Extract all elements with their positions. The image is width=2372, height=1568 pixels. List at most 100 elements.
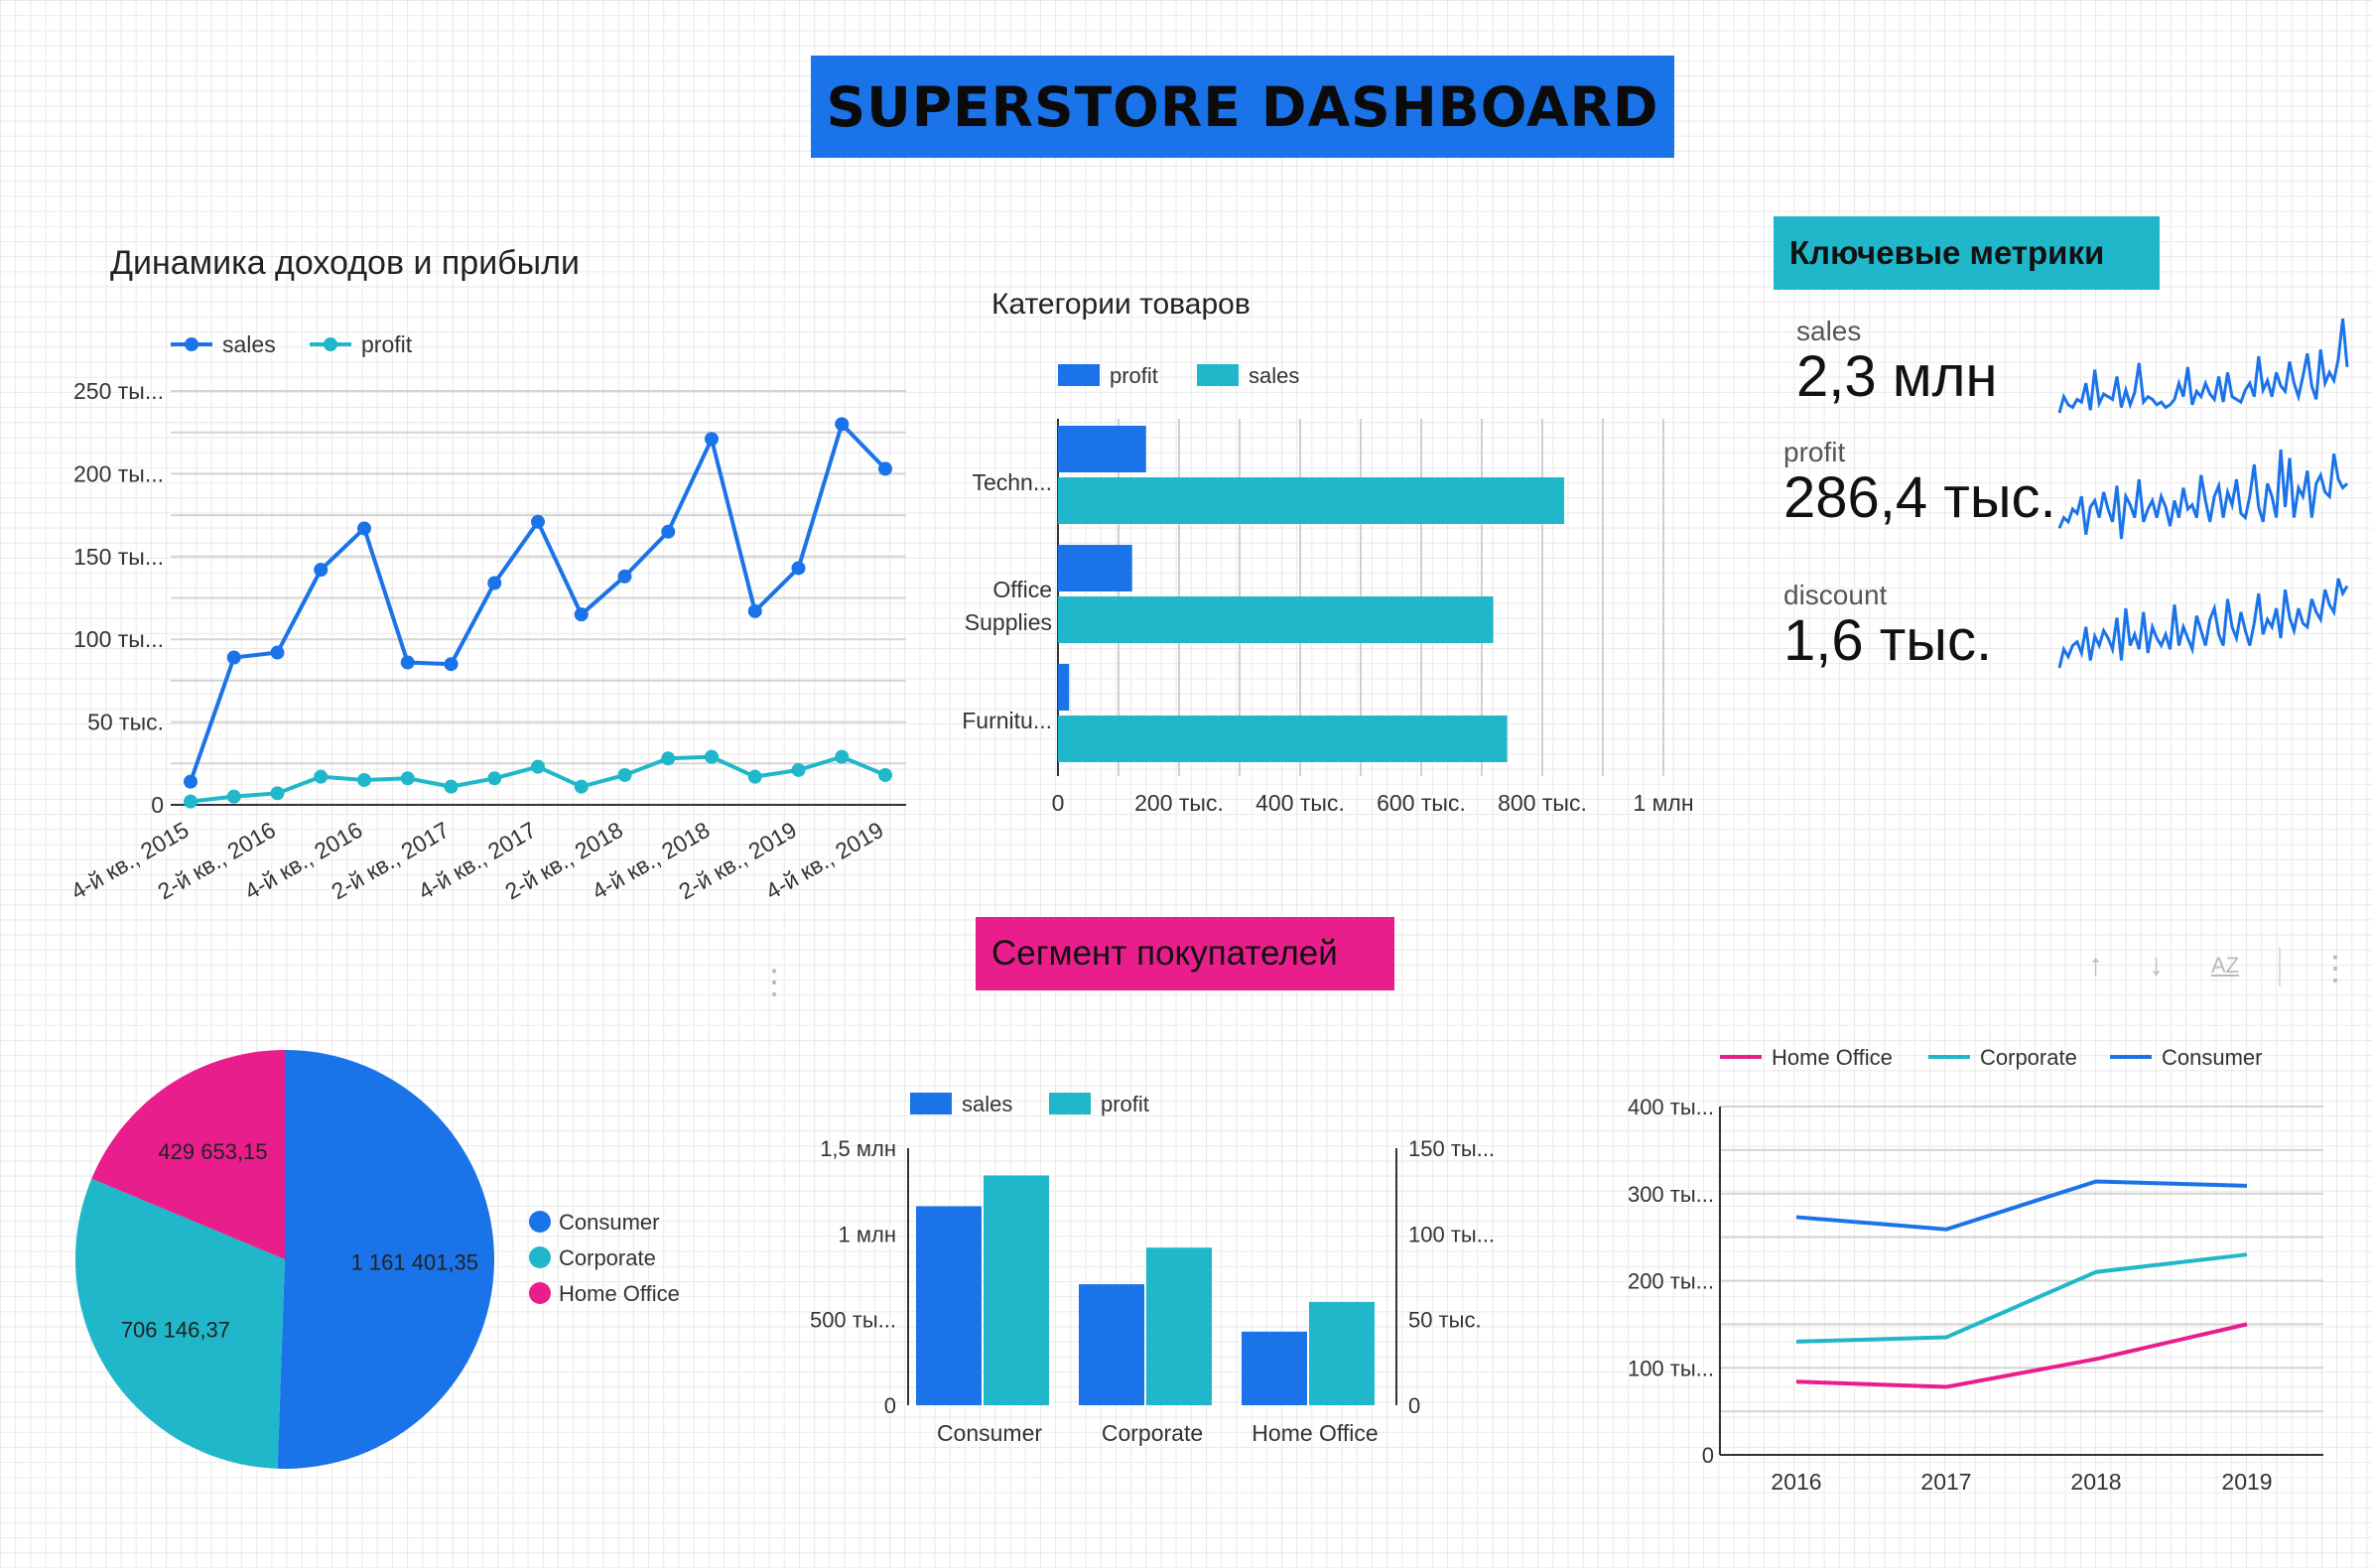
sparkline-profit bbox=[2057, 449, 2349, 540]
x-tick-label: 2019 bbox=[2221, 1469, 2272, 1495]
x-tick-label: 2018 bbox=[2070, 1469, 2121, 1495]
series-line-sales bbox=[189, 420, 887, 783]
segment-bar-chart: 0 500 ты... 1 млн 1,5 млн 0 50 тыс. 100 ты... 1… bbox=[810, 1092, 1495, 1446]
sort-descending-icon[interactable]: ↓ bbox=[2149, 949, 2164, 982]
category-label: Supplies bbox=[965, 609, 1052, 635]
data-point-sales bbox=[184, 774, 198, 789]
data-point-sales bbox=[835, 417, 850, 432]
y-tick-label: 300 ты... bbox=[1628, 1182, 1714, 1207]
y-tick-label: 100 ты... bbox=[1628, 1356, 1714, 1380]
x-tick-label: 2017 bbox=[1920, 1469, 1971, 1495]
data-point-sales bbox=[531, 514, 545, 529]
bar-profit-home-office bbox=[1309, 1301, 1375, 1405]
data-point-profit bbox=[574, 779, 589, 794]
data-point-profit bbox=[184, 794, 198, 809]
data-point-profit bbox=[617, 767, 632, 782]
y-tick-label: 50 тыс. bbox=[87, 710, 164, 735]
data-point-profit bbox=[444, 779, 459, 794]
y-left-tick-label: 500 ты... bbox=[810, 1308, 896, 1333]
bar-profit-furnitu bbox=[1058, 664, 1070, 711]
bar-profit-corporate bbox=[1146, 1247, 1212, 1405]
category-label: Furnitu... bbox=[962, 708, 1052, 733]
data-point-sales bbox=[878, 461, 892, 476]
sort-az-icon[interactable]: AZ bbox=[2211, 953, 2239, 979]
chart-more-icon[interactable]: ⋮ bbox=[2318, 949, 2352, 988]
data-point-sales bbox=[661, 524, 676, 539]
y-tick-label: 100 ты... bbox=[73, 626, 164, 652]
category-label: Consumer bbox=[937, 1420, 1042, 1446]
bar-sales-corporate bbox=[1079, 1284, 1144, 1405]
x-tick-label: 200 тыс. bbox=[1134, 790, 1224, 816]
y-tick-label: 0 bbox=[1702, 1443, 1714, 1468]
categories-chart-title: Категории товаров bbox=[991, 288, 1251, 321]
x-tick-label: 0 bbox=[1052, 790, 1065, 816]
legend-marker-sales bbox=[185, 337, 198, 351]
legend-label-home-office: Home Office bbox=[1772, 1045, 1893, 1070]
y-right-tick-label: 50 тыс. bbox=[1408, 1308, 1482, 1333]
data-point-profit bbox=[226, 789, 241, 804]
data-point-sales bbox=[400, 655, 415, 670]
customer-segment-header: Сегмент покупателей bbox=[976, 917, 1394, 990]
sparkline-sales bbox=[2057, 318, 2349, 414]
key-metrics-header-text: Ключевые метрики bbox=[1789, 234, 2105, 271]
bar-sales-office-supplies bbox=[1058, 596, 1494, 643]
x-tick-label: 400 тыс. bbox=[1255, 790, 1345, 816]
categories-bar-chart: 0 200 тыс. 400 тыс. 600 тыс. 800 тыс. 1 млн Te… bbox=[962, 363, 1693, 816]
legend-label-consumer: Consumer bbox=[559, 1210, 659, 1235]
y-left-tick-label: 0 bbox=[884, 1393, 896, 1418]
y-tick-label: 150 ты... bbox=[73, 544, 164, 570]
data-point-sales bbox=[617, 569, 632, 584]
sort-ascending-icon[interactable]: ↑ bbox=[2088, 949, 2103, 982]
legend-label-profit: profit bbox=[1101, 1092, 1149, 1116]
legend-label-profit: profit bbox=[361, 331, 413, 357]
legend-swatch-sales bbox=[910, 1093, 952, 1114]
metric-profit-value: 286,4 тыс. bbox=[1783, 465, 2056, 530]
bar-sales-furnitu bbox=[1058, 716, 1508, 762]
profit-sparkline bbox=[2057, 449, 2349, 540]
data-point-profit bbox=[747, 769, 762, 784]
legend-label-sales: sales bbox=[222, 331, 276, 357]
y-right-tick-label: 0 bbox=[1408, 1393, 1420, 1418]
data-point-profit bbox=[314, 769, 329, 784]
data-point-sales bbox=[791, 561, 806, 576]
slice-value-label: 1 161 401,35 bbox=[351, 1249, 478, 1274]
dashboard-title: SUPERSTORE DASHBOARD bbox=[826, 74, 1659, 139]
y-tick-label: 0 bbox=[151, 792, 164, 818]
data-point-profit bbox=[661, 751, 676, 766]
data-point-sales bbox=[314, 563, 329, 578]
discount-sparkline bbox=[2057, 578, 2349, 669]
bar-sales-techn bbox=[1058, 477, 1565, 524]
sparkline-discount bbox=[2057, 578, 2349, 669]
legend-label-consumer: Consumer bbox=[2162, 1045, 2262, 1070]
x-tick-label: 800 тыс. bbox=[1498, 790, 1587, 816]
panel-more-icon[interactable]: ⋮ bbox=[757, 963, 791, 1002]
data-point-profit bbox=[531, 759, 545, 774]
data-point-profit bbox=[357, 772, 371, 787]
toolbar-divider bbox=[2279, 947, 2281, 986]
data-point-profit bbox=[791, 762, 806, 777]
legend-label-profit: profit bbox=[1110, 363, 1158, 388]
legend-marker-corporate bbox=[529, 1246, 551, 1268]
y-right-tick-label: 150 ты... bbox=[1408, 1136, 1495, 1161]
revenue-profit-line-chart: 0 50 тыс. 100 ты... 150 ты... 200 ты... 250 т… bbox=[66, 331, 906, 904]
data-point-sales bbox=[487, 576, 502, 590]
revenue-chart-title: Динамика доходов и прибыли bbox=[110, 244, 580, 282]
sales-sparkline bbox=[2057, 318, 2349, 414]
metric-sales: sales 2,3 млн bbox=[1796, 316, 1998, 410]
legend-label-home-office: Home Office bbox=[559, 1281, 680, 1306]
x-tick-label: 600 тыс. bbox=[1377, 790, 1466, 816]
data-point-sales bbox=[747, 603, 762, 618]
legend-swatch-profit bbox=[1058, 364, 1100, 386]
data-point-profit bbox=[705, 749, 719, 764]
data-point-sales bbox=[270, 645, 285, 660]
y-left-tick-label: 1,5 млн bbox=[820, 1136, 896, 1161]
category-label: Home Office bbox=[1252, 1420, 1378, 1446]
metric-sales-value: 2,3 млн bbox=[1796, 344, 1998, 409]
slice-value-label: 706 146,37 bbox=[121, 1318, 230, 1343]
legend-marker-consumer bbox=[529, 1211, 551, 1233]
segment-year-line-chart: 0 100 ты... 200 ты... 300 ты... 400 ты... 201… bbox=[1628, 1045, 2323, 1495]
metric-profit: profit 286,4 тыс. bbox=[1783, 437, 2056, 531]
bar-sales-consumer bbox=[916, 1206, 982, 1405]
legend-marker-profit bbox=[324, 337, 337, 351]
data-point-sales bbox=[705, 432, 719, 447]
